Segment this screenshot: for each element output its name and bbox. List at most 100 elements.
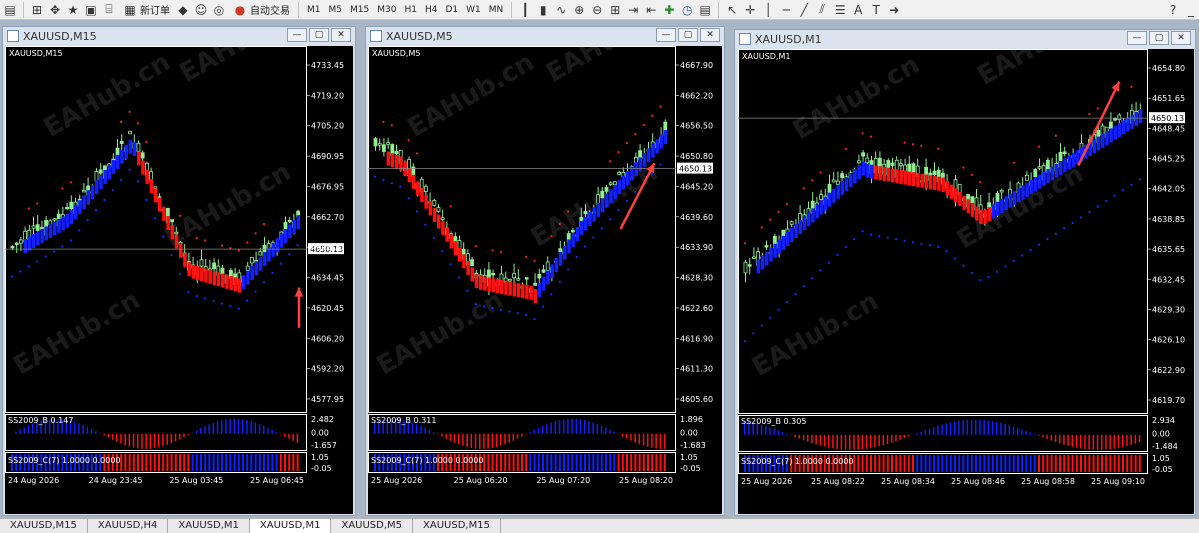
tag-icon[interactable]: ◆ (175, 2, 191, 18)
window-minimize-button[interactable]: — (656, 28, 676, 42)
trend-ribbon-bar (899, 170, 903, 184)
zoom-in-icon[interactable]: ⊕ (571, 2, 587, 18)
chart-add-icon[interactable]: ⊞ (29, 2, 45, 18)
timeframe-m5[interactable]: M5 (326, 5, 346, 15)
chart-canvas[interactable]: EAHub.cnEAHub.cnEAHub.cnEAHub.cn4650.13X… (5, 46, 353, 514)
tab-xauusd-m15[interactable]: XAUUSD,M15 (0, 519, 88, 533)
help-icon[interactable]: ? (1165, 2, 1181, 18)
window-maximize-button[interactable]: ▢ (678, 28, 698, 42)
resistance-dot (525, 256, 527, 258)
histogram-bar (91, 429, 93, 434)
signal-stripe (992, 455, 994, 472)
folder-star-icon[interactable]: ★ (65, 2, 81, 18)
candle-chart-icon[interactable]: ▮ (535, 2, 551, 18)
chart-canvas[interactable]: EAHub.cnEAHub.cnEAHub.cnEAHub.cn4650.13X… (368, 46, 722, 514)
text-icon[interactable]: A (850, 2, 866, 18)
fibonacci-icon[interactable]: ☰ (832, 2, 848, 18)
window-titlebar[interactable]: XAUUSD,M15 — ▢ ✕ (3, 27, 355, 45)
signal-stripe (1038, 455, 1040, 472)
tab-xauusd-m5[interactable]: XAUUSD,M5 (331, 519, 413, 533)
tab-xauusd-h4[interactable]: XAUUSD,H4 (88, 519, 168, 533)
crosshair-icon[interactable]: ✛ (742, 2, 758, 18)
auto-trade-button[interactable]: ●自动交易 (229, 2, 293, 18)
resistance-dot (36, 202, 38, 204)
window-maximize-button[interactable]: ▢ (1149, 31, 1169, 45)
vertical-line-icon[interactable]: │ (760, 2, 776, 18)
timeframe-h1[interactable]: H1 (401, 5, 420, 15)
zoom-out-icon[interactable]: ⊖ (589, 2, 605, 18)
signal-stripe (1105, 455, 1107, 472)
tile-windows-icon[interactable]: ⊞ (607, 2, 623, 18)
window-close-button[interactable]: ✕ (1171, 31, 1191, 45)
timeframe-m1[interactable]: M1 (304, 5, 324, 15)
user-icon[interactable]: ☺ (193, 2, 209, 18)
window-icon[interactable]: ▣ (83, 2, 99, 18)
support-dot (120, 179, 122, 181)
open-file-icon[interactable]: ▤ (2, 2, 18, 18)
clock-icon[interactable]: ◷ (679, 2, 695, 18)
time-axis-label: 25 Aug 03:45 (169, 476, 223, 485)
resistance-dot (450, 205, 452, 207)
timeframe-m15[interactable]: M15 (347, 5, 372, 15)
price-axis-label: 4577.95 (311, 395, 344, 404)
horizontal-line-icon[interactable]: ─ (778, 2, 794, 18)
cursor-icon[interactable]: ↖ (724, 2, 740, 18)
history-icon[interactable]: ⌸ (101, 2, 117, 18)
timeframe-mn[interactable]: MN (486, 5, 507, 15)
chart-shift-icon[interactable]: ⇤ (643, 2, 659, 18)
candle-body (862, 153, 865, 156)
templates-icon[interactable]: ▤ (697, 2, 713, 18)
bar-chart-icon[interactable]: ┃ (517, 2, 533, 18)
chart-canvas[interactable]: EAHub.cnEAHub.cnEAHub.cnEAHub.cn4650.13X… (738, 49, 1194, 514)
support-dot (853, 238, 855, 240)
move-icon[interactable]: ✥ (47, 2, 63, 18)
support-dot (954, 257, 956, 259)
globe-icon[interactable]: ◎ (211, 2, 227, 18)
autoscroll-icon[interactable]: ⇥ (625, 2, 641, 18)
text-label-icon[interactable]: T (868, 2, 884, 18)
histogram-bar (255, 422, 257, 433)
histogram-bar (1101, 435, 1103, 450)
window-maximize-button[interactable]: ▢ (309, 28, 329, 42)
tab-xauusd-m15-2[interactable]: XAUUSD,M15 (413, 519, 501, 533)
tab-xauusd-m1[interactable]: XAUUSD,M1 (168, 519, 250, 533)
new-order-button[interactable]: ▦新订单 (119, 2, 173, 18)
channel-icon[interactable]: ⫽ (814, 2, 830, 18)
timeframe-m30[interactable]: M30 (374, 5, 399, 15)
signal-stripe (1063, 455, 1065, 472)
line-chart-icon[interactable]: ∿ (553, 2, 569, 18)
histogram-bar (592, 422, 594, 433)
watermark-text: EAHub.cn (9, 285, 146, 381)
trend-ribbon-bar (597, 203, 601, 217)
histogram-bar (1105, 435, 1107, 450)
window-close-button[interactable]: ✕ (700, 28, 720, 42)
trendline-icon[interactable]: ╱ (796, 2, 812, 18)
chart-area[interactable]: EAHub.cnEAHub.cnEAHub.cnEAHub.cn4650.13X… (5, 46, 353, 514)
support-dot (28, 265, 30, 267)
chart-area[interactable]: EAHub.cnEAHub.cnEAHub.cnEAHub.cn4650.13X… (368, 46, 722, 514)
timeframe-h4[interactable]: H4 (422, 5, 441, 15)
minimize-icon[interactable]: _ (1183, 2, 1199, 18)
timeframe-d1[interactable]: D1 (442, 5, 461, 15)
window-close-button[interactable]: ✕ (331, 28, 351, 42)
trend-ribbon-bar (807, 212, 811, 226)
trend-ribbon-bar (445, 228, 449, 242)
histogram-bar (1009, 425, 1011, 435)
indicator1-scale-bottom: -1.657 (311, 441, 337, 450)
histogram-bar (87, 427, 89, 434)
indicators-icon[interactable]: ✚ (661, 2, 677, 18)
resistance-dot (391, 124, 393, 126)
window-minimize-button[interactable]: — (287, 28, 307, 42)
trend-ribbon-bar (542, 277, 546, 291)
arrow-tools-icon[interactable]: ➜ (886, 2, 902, 18)
timeframe-w1[interactable]: W1 (463, 5, 484, 15)
window-minimize-button[interactable]: — (1127, 31, 1147, 45)
window-titlebar[interactable]: XAUUSD,M5 — ▢ ✕ (366, 27, 724, 45)
trend-ribbon-bar (154, 188, 158, 202)
support-dot (592, 236, 594, 238)
chart-area[interactable]: EAHub.cnEAHub.cnEAHub.cnEAHub.cn4650.13X… (738, 49, 1194, 514)
tab-xauusd-m1-active[interactable]: XAUUSD,M1 (250, 519, 332, 533)
signal-stripe (1046, 455, 1048, 472)
window-titlebar[interactable]: XAUUSD,M1 — ▢ ✕ (735, 30, 1195, 48)
histogram-bar (904, 435, 906, 438)
